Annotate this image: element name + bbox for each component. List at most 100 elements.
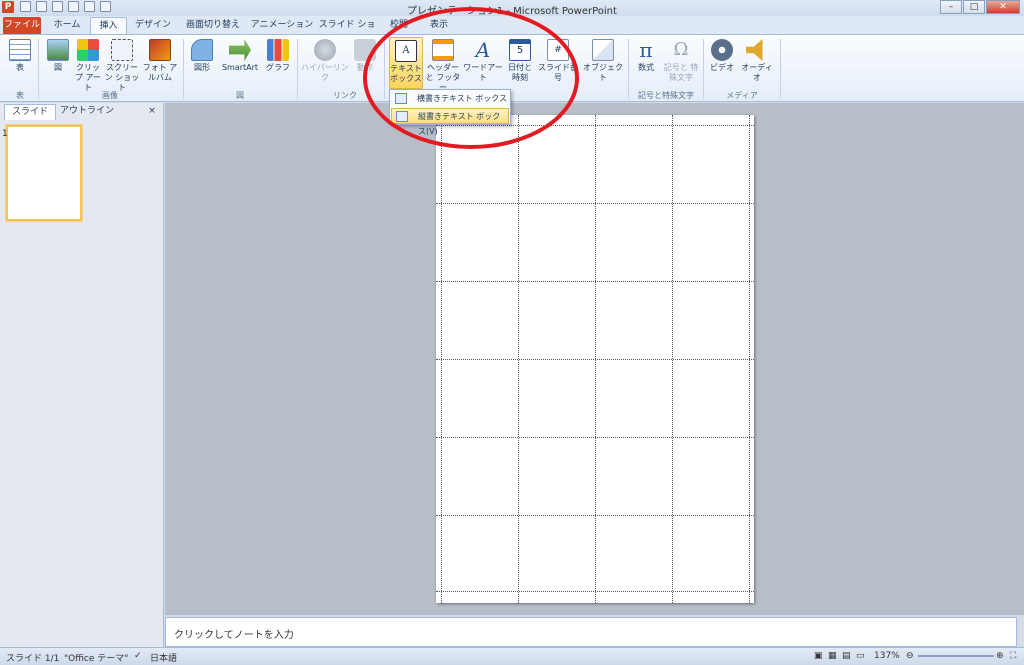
clipart-icon	[77, 39, 99, 61]
video-button[interactable]: ビデオ	[707, 37, 737, 73]
tab-file[interactable]: ファイル	[3, 17, 41, 34]
slide-number-label: スライド番号	[538, 63, 578, 82]
slide-number-button[interactable]: # スライド番号	[536, 37, 580, 83]
clipart-button[interactable]: クリップ アート	[73, 37, 103, 93]
object-button[interactable]: オブジェクト	[582, 37, 624, 83]
grid-line	[672, 115, 673, 603]
maximize-button[interactable]: □	[963, 0, 985, 14]
tab-review[interactable]: 校閲	[382, 17, 416, 34]
chart-label: グラフ	[266, 63, 290, 72]
slideshow-view-icon[interactable]: ▭	[856, 651, 865, 661]
ribbon: 表 表 図 クリップ アート スクリーン ショット フォト アルバム 画像 図形…	[0, 34, 1024, 102]
audio-button[interactable]: オーディオ	[738, 37, 776, 83]
grid-line	[441, 115, 442, 603]
zoom-in-icon[interactable]: ⊕	[996, 651, 1004, 661]
calendar-icon: 5	[509, 39, 531, 61]
header-footer-button[interactable]: ヘッダーと フッター	[425, 37, 461, 93]
video-label: ビデオ	[710, 63, 734, 72]
object-icon	[592, 39, 614, 61]
chart-icon	[267, 39, 289, 61]
horizontal-textbox-icon	[395, 93, 407, 104]
reading-view-icon[interactable]: ▤	[842, 651, 851, 661]
slide-count: スライド 1/1	[6, 654, 60, 664]
tab-view[interactable]: 表示	[422, 17, 456, 34]
group-separator	[183, 39, 184, 99]
slide[interactable]	[436, 115, 754, 603]
audio-label: オーディオ	[741, 63, 773, 82]
shapes-label: 図形	[194, 63, 210, 72]
film-reel-icon	[711, 39, 733, 61]
close-panel-icon[interactable]: ×	[144, 104, 160, 120]
tab-home[interactable]: ホーム	[46, 17, 88, 34]
title-bar: P プレゼンテーション1 - Microsoft PowerPoint – □ …	[0, 0, 1024, 17]
photo-album-button[interactable]: フォト アルバム	[141, 37, 179, 83]
tab-animations[interactable]: アニメーション	[250, 17, 314, 34]
tab-slides[interactable]: スライド	[4, 104, 56, 120]
photo-album-label: フォト アルバム	[142, 63, 178, 82]
group-separator	[38, 39, 39, 99]
vertical-textbox-icon	[396, 111, 408, 122]
smartart-button[interactable]: SmartArt	[217, 37, 263, 73]
action-button[interactable]: 動作	[352, 37, 378, 73]
hyperlink-button[interactable]: ハイパーリンク	[300, 37, 350, 83]
grid-line	[749, 115, 750, 603]
menu-item-vertical-textbox[interactable]: 縦書きテキスト ボックス(V)	[391, 108, 509, 136]
tab-slideshow[interactable]: スライド ショー	[318, 17, 376, 46]
shapes-icon	[191, 39, 213, 61]
symbol-button[interactable]: Ω 記号と 特殊文字	[662, 37, 700, 83]
group-symbols: 記号と特殊文字	[638, 91, 694, 100]
header-footer-icon	[432, 39, 454, 61]
window-controls: – □ ✕	[940, 0, 1020, 14]
group-illustrations: 図	[236, 91, 244, 100]
ribbon-tabs: ファイル ホーム 挿入 デザイン 画面切り替え アニメーション スライド ショー…	[0, 16, 1024, 46]
group-media: メディア	[726, 91, 758, 100]
grid-line	[518, 115, 519, 603]
object-label: オブジェクト	[583, 63, 623, 82]
slide-thumbnail[interactable]: 1	[2, 125, 82, 221]
hyperlink-label: ハイパーリンク	[301, 63, 349, 82]
menu-item-horizontal-textbox[interactable]: 横書きテキスト ボックス(H)	[391, 91, 509, 118]
group-separator	[628, 39, 629, 99]
photo-album-icon	[149, 39, 171, 61]
equation-button[interactable]: π 数式	[632, 37, 660, 73]
group-separator	[703, 39, 704, 99]
wordart-label: ワードアート	[463, 63, 503, 82]
tab-design[interactable]: デザイン	[130, 17, 176, 34]
smartart-label: SmartArt	[221, 63, 259, 72]
spellcheck-icon[interactable]: ✓	[134, 651, 142, 661]
language[interactable]: 日本語	[150, 651, 177, 664]
textbox-icon: A	[395, 40, 417, 62]
shapes-button[interactable]: 図形	[188, 37, 216, 73]
window-title: プレゼンテーション1 - Microsoft PowerPoint	[407, 6, 617, 17]
table-icon	[9, 39, 31, 61]
notes-pane[interactable]: クリックしてノートを入力	[165, 617, 1017, 647]
screenshot-button[interactable]: スクリーン ショット	[104, 37, 140, 93]
picture-label: 図	[54, 63, 62, 72]
tab-outline[interactable]: アウトライン	[58, 104, 116, 120]
fit-to-window-icon[interactable]: ⛶	[1010, 651, 1016, 661]
textbox-button[interactable]: A テキスト ボックス	[389, 37, 423, 89]
minimize-button[interactable]: –	[940, 0, 962, 14]
clipart-label: クリップ アート	[74, 63, 102, 92]
group-images: 画像	[102, 91, 118, 100]
datetime-button[interactable]: 5 日付と 時刻	[506, 37, 534, 83]
slide-sorter-icon[interactable]: ▦	[828, 651, 837, 661]
theme-name: "Office テーマ"	[64, 654, 129, 664]
symbol-label: 記号と 特殊文字	[663, 63, 699, 82]
group-separator	[297, 39, 298, 99]
picture-icon	[47, 39, 69, 61]
group-separator	[780, 39, 781, 99]
zoom-level[interactable]: 137%	[874, 651, 900, 661]
zoom-slider[interactable]	[918, 655, 994, 657]
normal-view-icon[interactable]: ▣	[814, 651, 823, 661]
chart-button[interactable]: グラフ	[264, 37, 292, 73]
zoom-out-icon[interactable]: ⊖	[906, 651, 914, 661]
tab-insert[interactable]: 挿入	[90, 17, 127, 34]
close-button[interactable]: ✕	[986, 0, 1020, 14]
wordart-button[interactable]: A ワードアート	[462, 37, 504, 83]
slide-thumbnail-number: 1	[2, 129, 8, 139]
table-button[interactable]: 表	[4, 37, 36, 73]
picture-button[interactable]: 図	[44, 37, 72, 73]
screenshot-label: スクリーン ショット	[104, 63, 140, 92]
tab-transitions[interactable]: 画面切り替え	[180, 17, 246, 34]
